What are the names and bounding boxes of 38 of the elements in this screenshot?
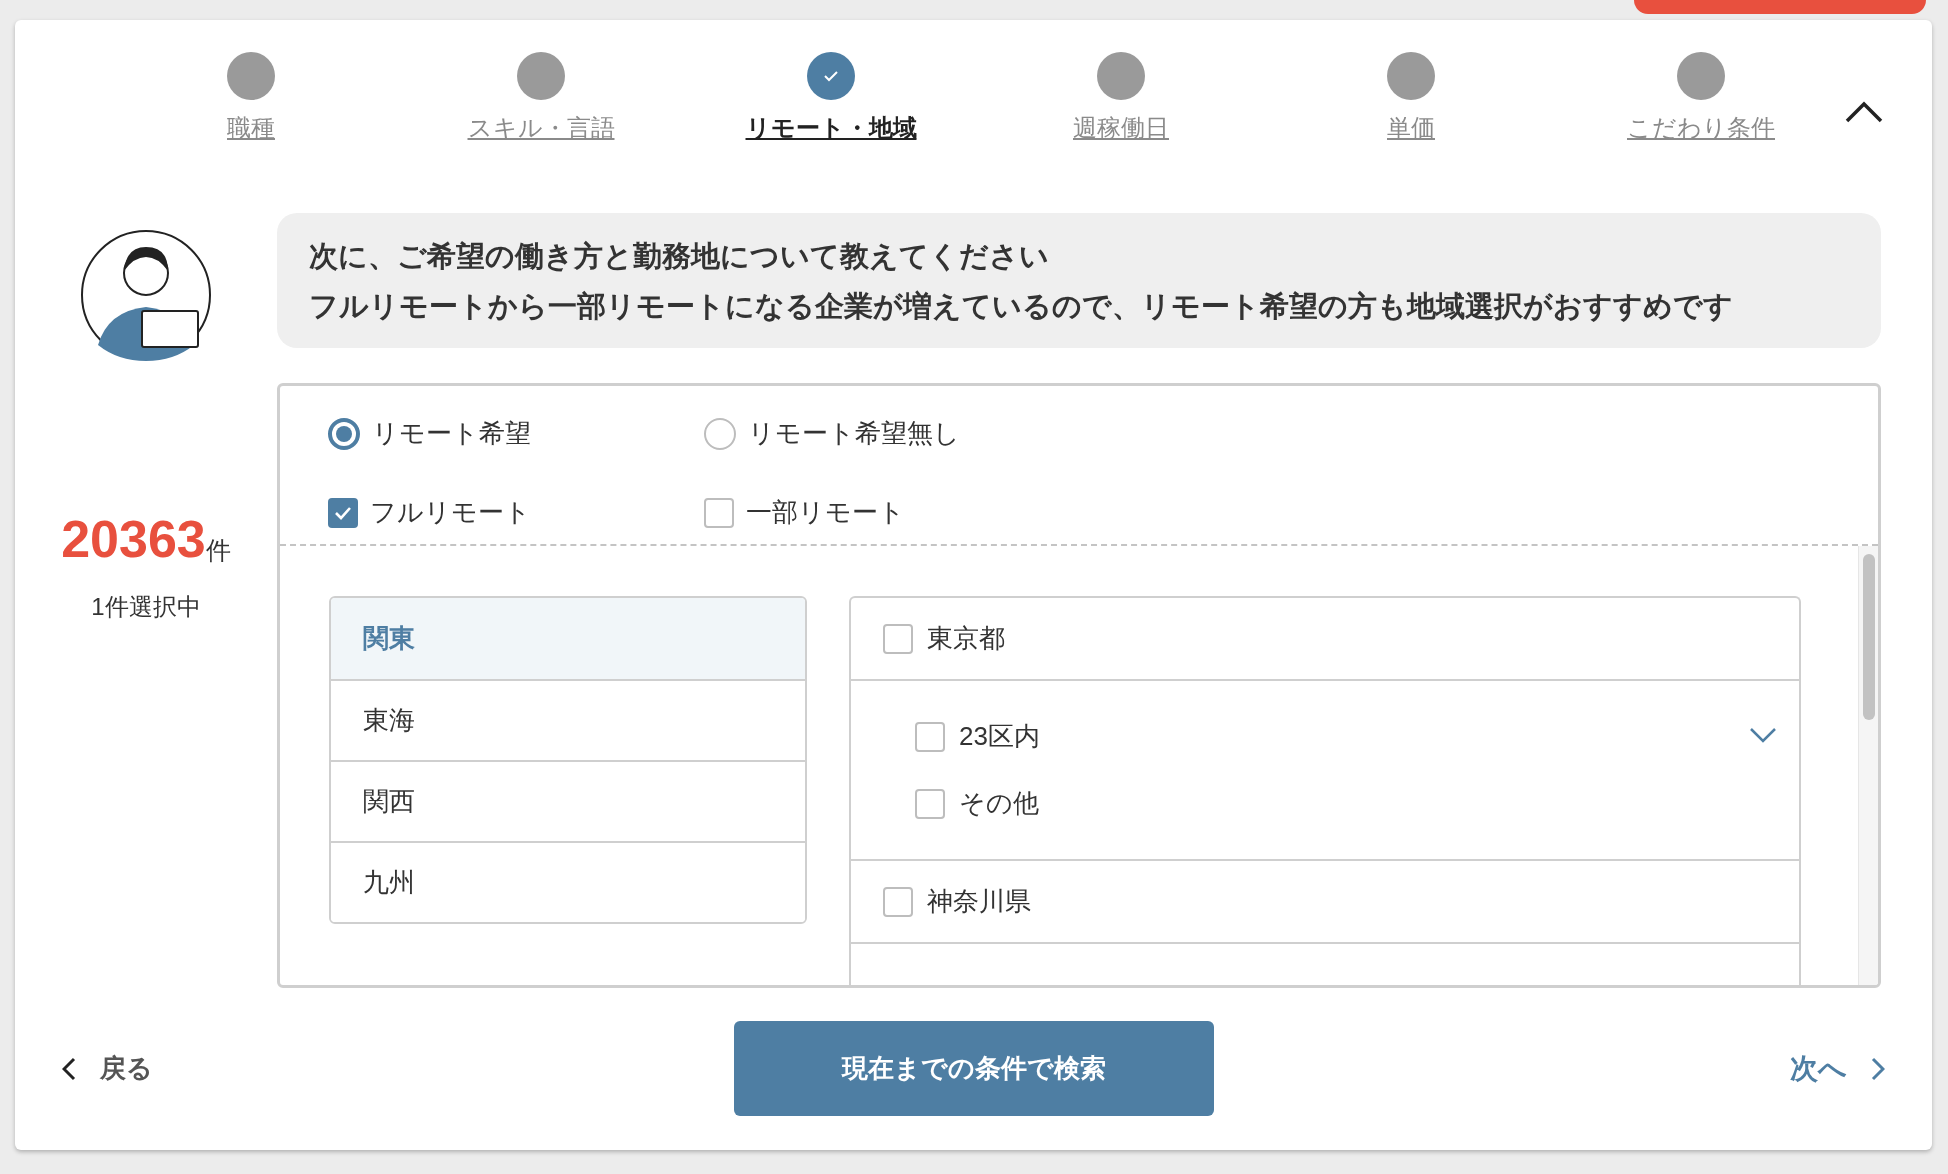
prefecture-label: 神奈川県 [927,885,1031,918]
count-unit: 件 [205,538,231,563]
chevron-down-icon[interactable] [1749,727,1777,743]
radio-label: リモート希望 [372,417,531,450]
checkbox[interactable] [883,886,913,917]
checkbox-label: フルリモート [370,496,531,529]
search-button[interactable]: 現在までの条件で検索 [733,1021,1214,1116]
selected-count: 1件選択中 [91,592,201,622]
scrollbar[interactable] [1858,546,1878,985]
step-link[interactable]: 単価 [1387,110,1435,146]
step-link[interactable]: 週稼働日 [1073,110,1169,146]
area-label: 23区内 [959,720,1040,753]
radio-button[interactable] [704,417,736,450]
step-link[interactable]: こだわり条件 [1627,110,1775,146]
checkbox[interactable] [915,788,945,819]
checkbox[interactable] [915,721,945,752]
radio-label: リモート希望無し [748,417,960,450]
radio-button[interactable] [328,417,360,450]
prefecture-label: 東京都 [927,622,1005,655]
region-item[interactable]: 九州 [331,841,805,922]
back-link[interactable]: 戻る [62,1049,153,1088]
checkbox[interactable] [328,497,358,528]
next-link[interactable]: 次へ [1790,1047,1885,1090]
step-link[interactable]: 職種 [227,110,275,146]
chevron-left-icon [62,1056,76,1081]
checkbox[interactable] [704,497,734,528]
guide-text: 次に、ご希望の働き方と勤務地について教えてください [309,238,1050,274]
person-silhouette-icon [78,227,214,363]
step-link[interactable]: リモート・地域 [745,110,917,146]
area-label: その他 [959,787,1039,820]
chevron-right-icon [1871,1056,1885,1081]
checkbox[interactable] [883,623,913,654]
step-link[interactable]: スキル・言語 [467,110,615,146]
region-item[interactable]: 関東 [331,598,805,679]
guide-text: フルリモートから一部リモートになる企業が増えているので、リモート希望の方も地域選択がおすすめです [309,288,1734,324]
result-count: 20363 [61,513,206,565]
checkbox-label: 一部リモート [746,496,905,529]
collapse-icon[interactable] [1844,100,1884,124]
